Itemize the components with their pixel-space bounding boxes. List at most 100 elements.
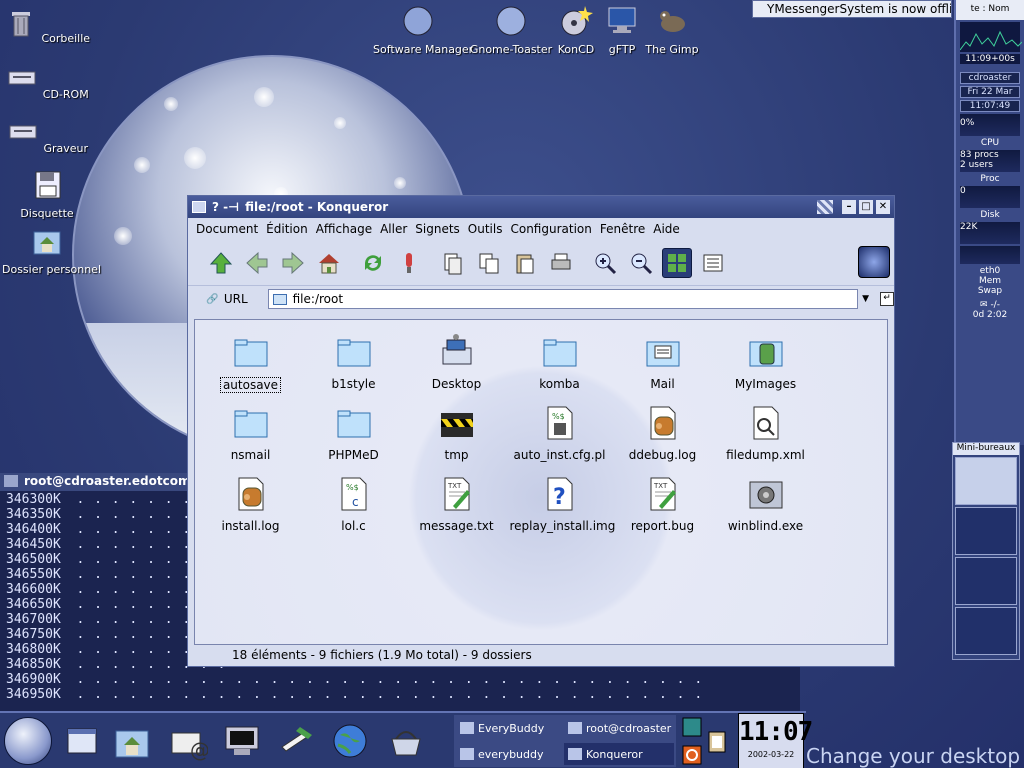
file-item[interactable]: Mail <box>611 328 714 399</box>
file-item[interactable]: tmp <box>405 399 508 470</box>
launcher-software-manager[interactable]: Software Manager <box>373 4 473 56</box>
up-button[interactable] <box>206 248 236 278</box>
file-item[interactable]: ? replay_install.img <box>508 470 615 541</box>
back-button[interactable] <box>242 248 272 278</box>
zoom-out-button[interactable] <box>626 248 656 278</box>
pager-desktop-3[interactable] <box>955 557 1017 605</box>
terminal-icon[interactable] <box>222 721 262 761</box>
reload-button[interactable] <box>358 248 388 278</box>
minimize-button[interactable]: – <box>842 200 856 214</box>
maximize-button[interactable]: □ <box>859 200 873 214</box>
file-name: report.bug <box>630 519 695 533</box>
menu-signets[interactable]: Signets <box>415 222 460 236</box>
kde-gear-icon[interactable] <box>858 246 890 278</box>
taskbar-clock[interactable]: 11:07 2002-03-22 <box>738 713 813 768</box>
launcher-koncd[interactable]: KonCD <box>551 4 601 56</box>
desktop-folder-icon <box>442 334 471 365</box>
folder-icon <box>272 293 287 305</box>
show-desktop-icon[interactable] <box>62 721 102 761</box>
file-item[interactable]: %$ auto_inst.cfg.pl <box>508 399 611 470</box>
package-basket-icon[interactable] <box>386 721 426 761</box>
icon-view-button[interactable] <box>662 247 692 278</box>
file-name: auto_inst.cfg.pl <box>513 448 606 462</box>
forward-button[interactable] <box>278 248 308 278</box>
url-label: URL <box>223 292 248 306</box>
web-browser-icon[interactable] <box>330 721 370 761</box>
pager-desktop-4[interactable] <box>955 607 1017 655</box>
file-item[interactable]: b1style <box>302 328 405 399</box>
menu-outils[interactable]: Outils <box>468 222 503 236</box>
file-item[interactable]: filedump.xml <box>714 399 817 470</box>
window-title: file:/root - Konqueror <box>245 200 389 214</box>
gimp-mascot-icon <box>660 11 685 32</box>
launcher-gimp[interactable]: The Gimp <box>644 4 700 56</box>
kde-globe-icon <box>403 6 433 36</box>
file-item[interactable]: install.log <box>199 470 302 541</box>
menu-configuration[interactable]: Configuration <box>510 222 591 236</box>
url-input[interactable]: file:/root <box>267 289 859 309</box>
file-item[interactable]: Desktop <box>405 328 508 399</box>
file-icon-view[interactable]: autosave b1style Desktop komba Mail MyImages n… <box>194 319 888 645</box>
go-button[interactable]: ↵ <box>880 292 894 306</box>
swap-label: Swap <box>977 286 1003 296</box>
desktop-icon-home[interactable]: Dossier personnel <box>2 224 101 276</box>
file-item[interactable]: autosave <box>199 328 302 399</box>
clear-location-icon[interactable]: 🔗 <box>206 294 224 305</box>
mail-monitor[interactable]: ✉ -/- <box>956 300 1024 310</box>
desktop-icon-cdrom[interactable]: CD-ROM <box>2 62 92 101</box>
copy-button[interactable] <box>474 248 504 278</box>
task-konqueror[interactable]: Konqueror <box>564 743 674 765</box>
cut-button[interactable] <box>438 248 468 278</box>
paste-button[interactable] <box>510 248 540 278</box>
file-item[interactable]: komba <box>508 328 611 399</box>
menu-edition[interactable]: Édition <box>266 222 308 236</box>
desktop-icon-burner[interactable]: Graveur <box>2 116 92 155</box>
close-button[interactable]: ✕ <box>876 200 890 214</box>
desktop-icon-floppy[interactable]: Disquette <box>2 168 92 220</box>
stop-button[interactable] <box>394 248 424 278</box>
task-everybuddy-2[interactable]: everybuddy <box>456 743 560 765</box>
text-editor-icon[interactable] <box>276 721 316 761</box>
konqueror-titlebar[interactable]: ? -⊣ file:/root - Konqueror – □ ✕ <box>188 196 894 218</box>
file-item[interactable]: PHPMeD <box>302 399 405 470</box>
file-item[interactable]: ddebug.log <box>611 399 714 470</box>
cd-burner-icon <box>9 125 37 139</box>
c-source-icon: %$ c <box>341 477 366 511</box>
file-item[interactable]: MyImages <box>714 328 817 399</box>
list-view-button[interactable] <box>698 248 728 278</box>
clipboard-tray-icon[interactable] <box>706 729 728 753</box>
file-item[interactable]: %$ c lol.c <box>302 470 405 541</box>
pager-desktop-2[interactable] <box>955 507 1017 555</box>
url-dropdown-arrow[interactable]: ▼ <box>862 294 874 304</box>
task-terminal[interactable]: root@cdroaster <box>564 717 674 739</box>
menu-aller[interactable]: Aller <box>380 222 407 236</box>
task-everybuddy[interactable]: EveryBuddy <box>456 717 560 739</box>
file-item[interactable]: winblind.exe <box>714 470 817 541</box>
konqueror-window[interactable]: ? -⊣ file:/root - Konqueror – □ ✕ Docume… <box>187 195 895 667</box>
cpu-graph: 0% <box>960 114 1020 136</box>
file-item[interactable]: TXT report.bug <box>611 470 714 541</box>
svg-text:?: ? <box>553 485 566 510</box>
file-item[interactable]: TXT message.txt <box>405 470 508 541</box>
kde-menu-button[interactable] <box>4 717 52 765</box>
zoom-in-button[interactable] <box>590 248 620 278</box>
menu-document[interactable]: Document <box>196 222 258 236</box>
desktop-icon-trash[interactable]: Corbeille <box>2 6 92 45</box>
file-name: nsmail <box>230 448 271 462</box>
menu-fenetre[interactable]: Fenêtre <box>600 222 645 236</box>
menu-aide[interactable]: Aide <box>653 222 680 236</box>
power-tray-icon[interactable] <box>682 745 702 765</box>
svg-text:c: c <box>352 495 359 509</box>
home-folder-icon[interactable] <box>112 721 152 761</box>
mail-client-icon[interactable]: @ <box>168 721 208 761</box>
print-button[interactable] <box>546 248 576 278</box>
file-item[interactable]: nsmail <box>199 399 302 470</box>
home-button[interactable] <box>314 248 344 278</box>
pager-desktop-1[interactable] <box>955 457 1017 505</box>
launcher-gftp[interactable]: gFTP <box>600 4 644 56</box>
network-tray-icon[interactable] <box>682 717 702 737</box>
main-toolbar <box>188 240 894 286</box>
window-menu-markers[interactable]: ? -⊣ <box>212 200 239 214</box>
menu-affichage[interactable]: Affichage <box>316 222 372 236</box>
launcher-gnome-toaster[interactable]: Gnome-Toaster <box>466 4 556 56</box>
